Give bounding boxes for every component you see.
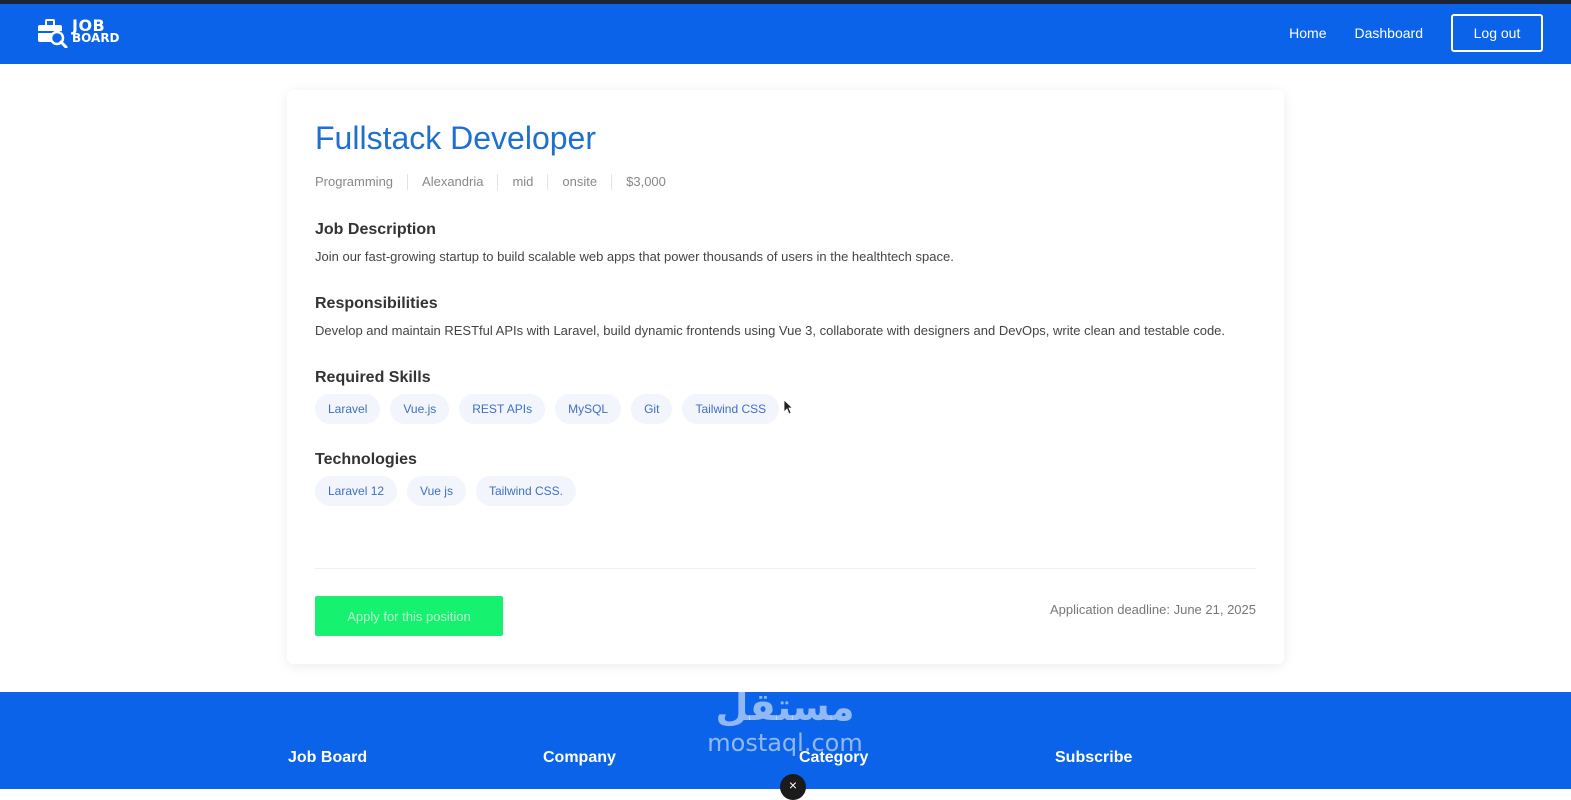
logout-button[interactable]: Log out xyxy=(1451,14,1543,52)
main-nav: Home Dashboard Log out xyxy=(1289,14,1543,52)
technology-chip: Tailwind CSS. xyxy=(475,476,576,506)
nav-dashboard-link[interactable]: Dashboard xyxy=(1355,25,1424,41)
watermark-arabic: مستقل xyxy=(715,685,855,729)
briefcase-search-icon xyxy=(36,16,68,49)
job-location: Alexandria xyxy=(407,174,497,190)
logo-text-board: BOARD xyxy=(72,31,120,45)
card-divider xyxy=(315,568,1256,569)
top-navbar: JOB BOARD Home Dashboard Log out xyxy=(0,0,1571,64)
job-level: mid xyxy=(497,174,547,190)
skill-chip: Git xyxy=(631,394,673,424)
job-details-card: Fullstack Developer Programming Alexandr… xyxy=(287,90,1284,664)
application-deadline: Application deadline: June 21, 2025 xyxy=(1050,602,1256,617)
description-text: Join our fast-growing startup to build s… xyxy=(315,249,954,264)
apply-button[interactable]: Apply for this position xyxy=(315,596,503,636)
watermark-latin: mostaql.com xyxy=(707,729,863,757)
responsibilities-section: Responsibilities Develop and maintain RE… xyxy=(315,294,1256,341)
job-work-type: onsite xyxy=(547,174,611,190)
description-section: Job Description Join our fast-growing st… xyxy=(315,220,1256,267)
job-meta: Programming Alexandria mid onsite $3,000 xyxy=(315,174,1256,190)
skill-chip: Laravel xyxy=(315,394,381,424)
skill-chip: REST APIs xyxy=(459,394,546,424)
skill-chip: MySQL xyxy=(555,394,622,424)
job-salary: $3,000 xyxy=(611,174,680,190)
footer-heading-job-board: Job Board xyxy=(288,749,368,766)
technology-chip: Vue js xyxy=(407,476,466,506)
technologies-heading: Technologies xyxy=(315,451,417,468)
job-title: Fullstack Developer xyxy=(315,120,596,156)
footer-heading-subscribe: Subscribe xyxy=(1055,749,1133,766)
description-heading: Job Description xyxy=(315,221,436,238)
mouse-cursor-icon xyxy=(783,399,794,420)
technology-chip: Laravel 12 xyxy=(315,476,398,506)
mostaql-watermark: مستقل mostaql.com xyxy=(690,684,880,756)
responsibilities-heading: Responsibilities xyxy=(315,295,438,312)
responsibilities-text: Develop and maintain RESTful APIs with L… xyxy=(315,323,1226,338)
logo[interactable]: JOB BOARD xyxy=(36,16,120,49)
skill-chip: Tailwind CSS xyxy=(682,394,780,424)
skills-heading: Required Skills xyxy=(315,369,431,386)
close-icon[interactable]: × xyxy=(780,774,806,800)
footer-heading-company: Company xyxy=(543,749,616,766)
skill-chip: Vue.js xyxy=(390,394,450,424)
nav-home-link[interactable]: Home xyxy=(1289,25,1326,41)
technologies-list: Laravel 12 Vue js Tailwind CSS. xyxy=(315,476,1256,506)
job-category: Programming xyxy=(315,174,394,189)
technologies-section: Technologies Laravel 12 Vue js Tailwind … xyxy=(315,450,1256,506)
